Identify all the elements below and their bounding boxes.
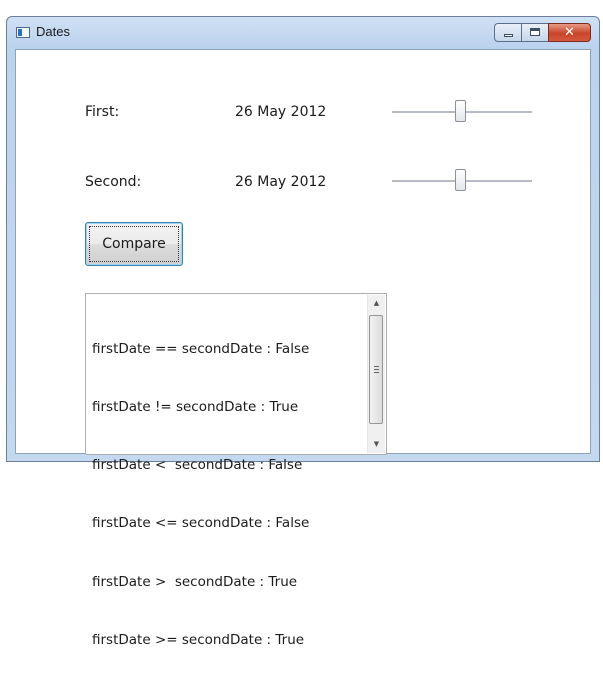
minimize-button[interactable] [494,23,521,42]
first-label: First: [85,104,120,120]
slider-thumb[interactable] [455,100,466,122]
slider-thumb[interactable] [455,169,466,191]
first-date-value: 26 May 2012 [235,104,327,120]
title-bar[interactable]: Dates ✕ [7,17,599,49]
result-line: firstDate > secondDate : True [92,573,298,590]
second-date-value: 26 May 2012 [235,174,327,190]
dates-window: Dates ✕ First: 26 May 2012 Second: 26 Ma… [6,16,600,648]
results-textbox[interactable]: firstDate == secondDate : False firstDat… [85,293,387,648]
minimize-icon [504,34,513,37]
compare-button[interactable]: Compare [85,222,183,266]
result-line: firstDate >= secondDate : True [92,631,305,648]
focus-rectangle [89,226,179,262]
result-line: firstDate == secondDate : False [92,340,310,357]
results-lines: firstDate == secondDate : False firstDat… [92,301,309,689]
scroll-down-icon[interactable]: ▼ [368,436,385,453]
scroll-up-icon[interactable]: ▲ [368,295,385,312]
maximize-icon [530,28,540,36]
scroll-grip-icon [374,366,379,373]
first-date-slider[interactable] [392,99,532,125]
result-line: firstDate != secondDate : True [92,399,299,416]
second-label: Second: [85,174,142,190]
caption-buttons: ✕ [494,23,591,42]
close-icon: ✕ [564,25,575,40]
app-icon[interactable] [16,27,30,38]
window-title: Dates [36,24,70,39]
second-date-slider[interactable] [392,168,532,194]
maximize-button[interactable] [521,23,548,42]
client-area: First: 26 May 2012 Second: 26 May 2012 C… [15,49,591,648]
result-line: firstDate <= secondDate : False [92,515,310,532]
result-line: firstDate < secondDate : False [92,457,303,474]
vertical-scrollbar[interactable]: ▲ ▼ [367,295,385,453]
close-button[interactable]: ✕ [548,23,591,42]
scroll-thumb[interactable] [369,315,383,424]
